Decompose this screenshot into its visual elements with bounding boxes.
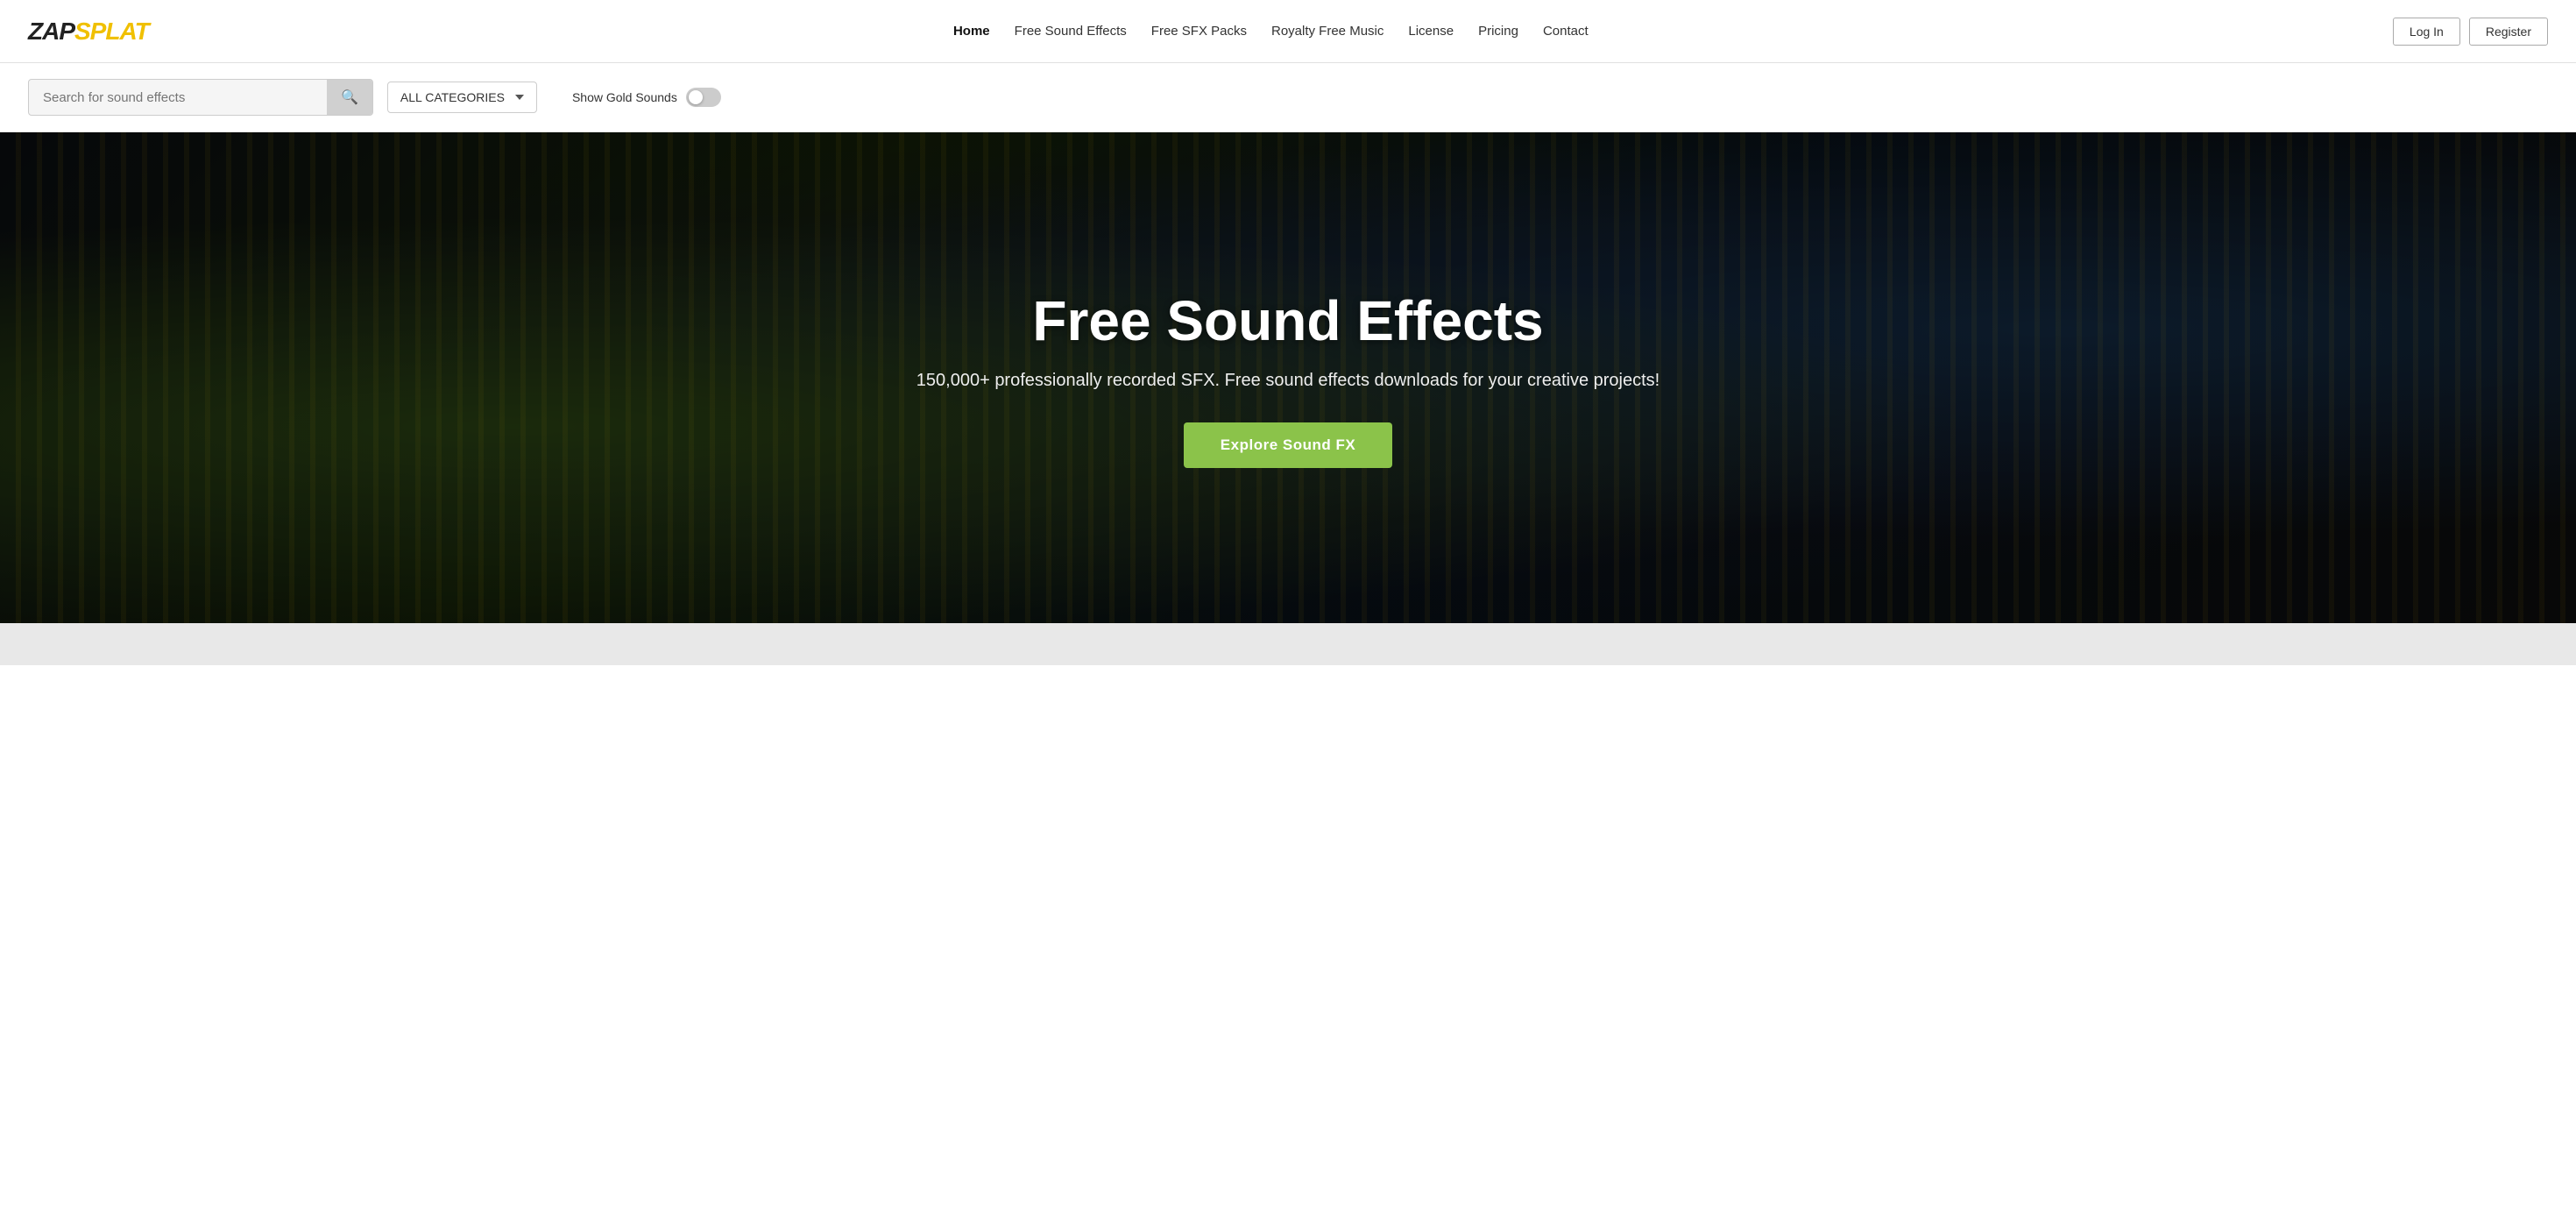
search-input-wrap: 🔍: [28, 79, 373, 116]
main-nav: Home Free Sound Effects Free SFX Packs R…: [953, 24, 1589, 39]
explore-button[interactable]: Explore Sound FX: [1184, 422, 1392, 468]
site-header: ZAPSPLAT Home Free Sound Effects Free SF…: [0, 0, 2576, 63]
chevron-down-icon: [515, 95, 524, 100]
register-button[interactable]: Register: [2469, 18, 2548, 46]
category-select[interactable]: ALL CATEGORIES: [387, 82, 537, 113]
gold-sounds-label: Show Gold Sounds: [572, 90, 677, 104]
hero-content: Free Sound Effects 150,000+ professional…: [899, 288, 1677, 468]
nav-royalty-free-music[interactable]: Royalty Free Music: [1271, 24, 1384, 39]
nav-pricing[interactable]: Pricing: [1478, 24, 1518, 39]
category-label: ALL CATEGORIES: [400, 90, 505, 104]
nav-free-sfx-packs[interactable]: Free SFX Packs: [1151, 24, 1247, 39]
search-icon: 🔍: [341, 90, 358, 105]
search-bar: 🔍 ALL CATEGORIES Show Gold Sounds: [0, 63, 2576, 132]
logo-splat: SPLAT: [74, 18, 149, 45]
search-button[interactable]: 🔍: [327, 80, 372, 115]
nav-license[interactable]: License: [1408, 24, 1454, 39]
nav-home[interactable]: Home: [953, 24, 990, 39]
toggle-knob: [689, 90, 703, 104]
hero-title: Free Sound Effects: [916, 288, 1660, 353]
logo-zap: ZAP: [28, 18, 74, 45]
nav-contact[interactable]: Contact: [1543, 24, 1589, 39]
gold-sounds-toggle-wrap: Show Gold Sounds: [572, 88, 721, 107]
gold-sounds-toggle[interactable]: [686, 88, 721, 107]
footer-strip: [0, 623, 2576, 665]
site-logo[interactable]: ZAPSPLAT: [28, 18, 149, 46]
nav-free-sound-effects[interactable]: Free Sound Effects: [1015, 24, 1127, 39]
search-input[interactable]: [29, 82, 327, 114]
login-button[interactable]: Log In: [2393, 18, 2460, 46]
nav-auth-buttons: Log In Register: [2393, 18, 2548, 46]
hero-subtitle: 150,000+ professionally recorded SFX. Fr…: [916, 371, 1660, 391]
hero-section: Free Sound Effects 150,000+ professional…: [0, 132, 2576, 623]
